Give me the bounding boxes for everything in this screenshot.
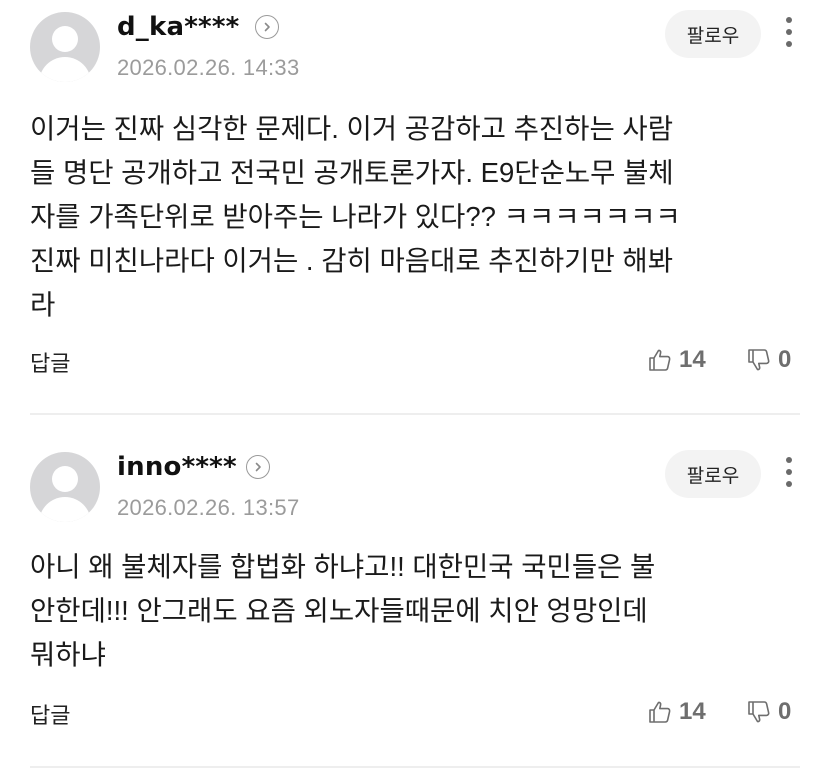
dislike-button[interactable]: 0 xyxy=(746,345,791,375)
follow-button[interactable]: 팔로우 xyxy=(665,450,761,498)
dislike-count: 0 xyxy=(778,346,792,373)
comment-text: 아니 왜 불체자를 합법화 하냐고!! 대한민국 국민들은 불 안한데!!! 안… xyxy=(30,545,790,677)
more-vertical-icon[interactable] xyxy=(776,12,802,52)
username[interactable]: inno**** xyxy=(117,452,237,482)
avatar[interactable] xyxy=(30,452,100,522)
like-button[interactable]: 14 xyxy=(647,697,706,727)
timestamp: 2026.02.26. 13:57 xyxy=(117,495,300,520)
like-count: 14 xyxy=(679,346,706,373)
comment-item: inno**** 2026.02.26. 13:57 팔로우 아니 왜 불체자를… xyxy=(0,415,828,767)
thumbs-up-icon xyxy=(649,701,671,723)
thumbs-up-icon xyxy=(649,349,671,371)
comment-item: d_ka**** 2026.02.26. 14:33 팔로우 이거는 진짜 심각… xyxy=(0,0,828,414)
follow-button[interactable]: 팔로우 xyxy=(665,10,761,58)
avatar[interactable] xyxy=(30,12,100,82)
more-vertical-icon[interactable] xyxy=(776,452,802,492)
like-count: 14 xyxy=(679,698,706,725)
thumbs-down-icon xyxy=(748,701,770,723)
thumbs-down-icon xyxy=(748,349,770,371)
comment-line: 이거는 진짜 심각한 문제다. 이거 공감하고 추진하는 사람 xyxy=(30,113,674,144)
chevron-right-icon[interactable] xyxy=(246,455,270,479)
username[interactable]: d_ka**** xyxy=(117,12,239,42)
comment-line: 진짜 미친나라다 이거는 . 감히 마음대로 추진하기만 해봐 xyxy=(30,245,674,276)
comment-line: 뭐하냐 xyxy=(30,639,106,670)
reply-button[interactable]: 답글 xyxy=(30,346,70,378)
reply-button[interactable]: 답글 xyxy=(30,698,70,730)
timestamp: 2026.02.26. 14:33 xyxy=(117,55,300,80)
divider xyxy=(30,766,800,768)
comment-line: 라 xyxy=(30,289,56,320)
comment-line: 들 명단 공개하고 전국민 공개토론가자. E9단순노무 불체 xyxy=(30,157,674,188)
chevron-right-icon[interactable] xyxy=(255,15,279,39)
comment-text: 이거는 진짜 심각한 문제다. 이거 공감하고 추진하는 사람 들 명단 공개하… xyxy=(30,107,790,327)
comment-line: 자를 가족단위로 받아주는 나라가 있다?? ㅋㅋㅋㅋㅋㅋㅋ xyxy=(30,201,681,232)
dislike-button[interactable]: 0 xyxy=(746,697,791,727)
dislike-count: 0 xyxy=(778,698,792,725)
like-button[interactable]: 14 xyxy=(647,345,706,375)
comment-line: 안한데!!! 안그래도 요즘 외노자들때문에 치안 엉망인데 xyxy=(30,595,648,626)
comment-line: 아니 왜 불체자를 합법화 하냐고!! 대한민국 국민들은 불 xyxy=(30,551,656,582)
